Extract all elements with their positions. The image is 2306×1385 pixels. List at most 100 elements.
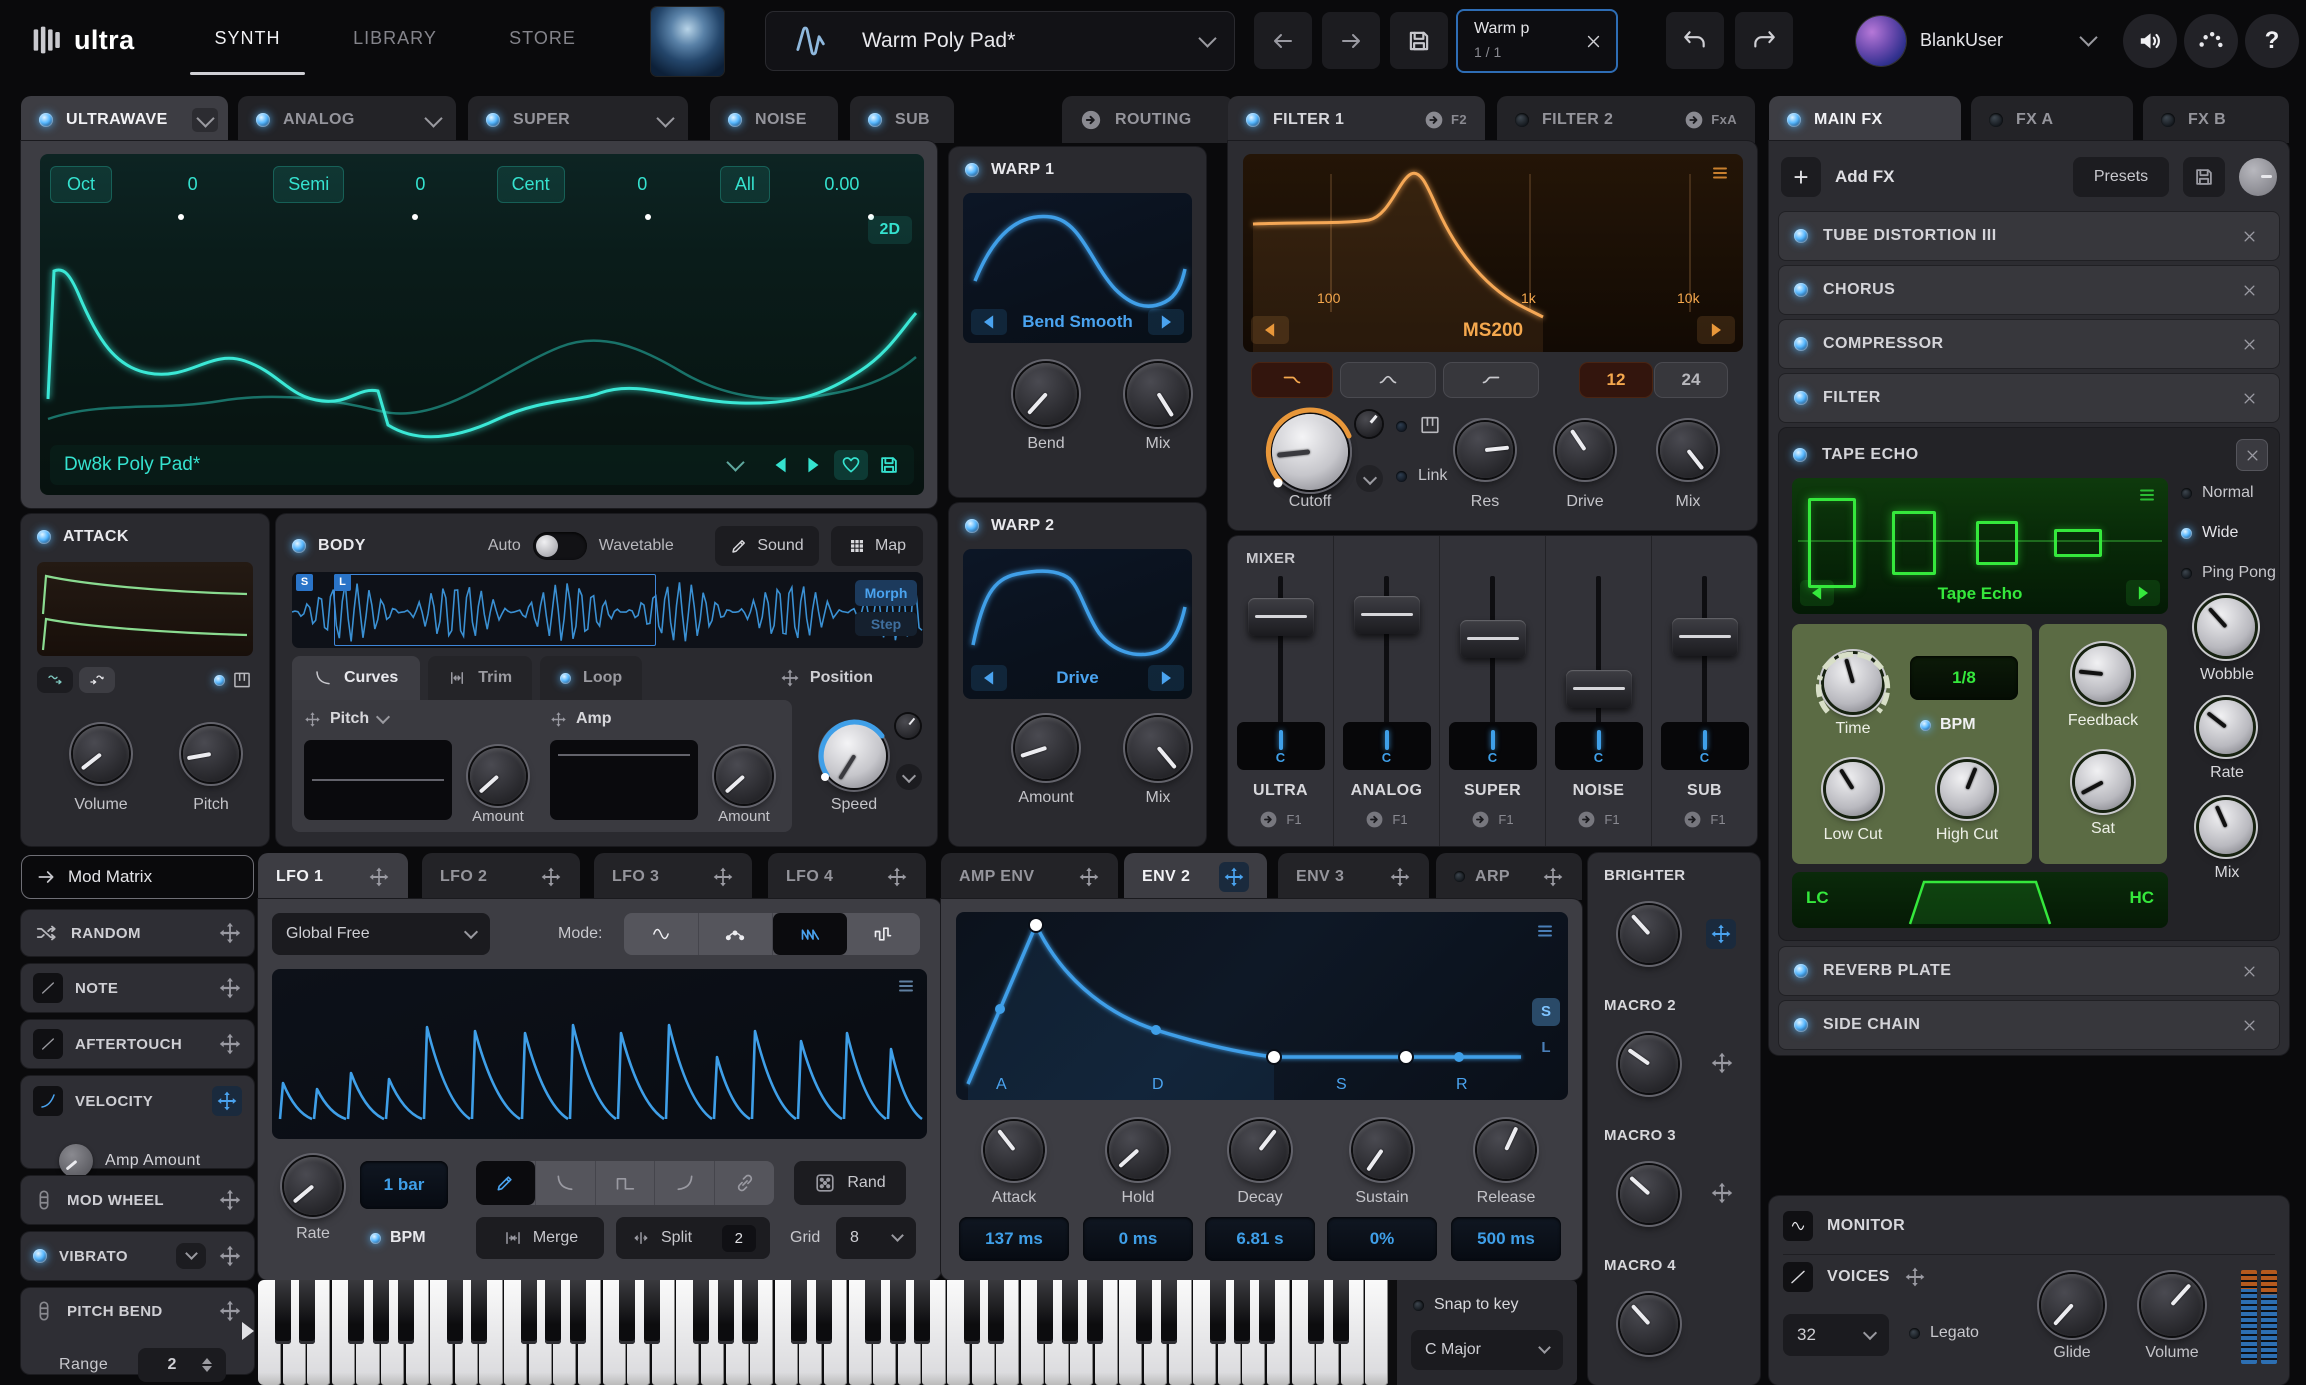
tab-lfo4[interactable]: LFO 4	[768, 853, 926, 900]
piano-black-key[interactable]	[275, 1280, 291, 1344]
fxb-led[interactable]	[2161, 113, 2175, 127]
tab-env2[interactable]: ENV 2	[1124, 853, 1267, 900]
avatar[interactable]	[1856, 16, 1906, 66]
piano-black-key[interactable]	[521, 1280, 537, 1344]
preset-back-button[interactable]	[1254, 12, 1312, 69]
attack-led[interactable]	[37, 530, 51, 544]
warp2-display[interactable]: Drive	[963, 549, 1192, 699]
filter-model[interactable]: MS200	[1243, 320, 1743, 342]
macro1-move-button[interactable]	[1706, 919, 1736, 949]
oct-value[interactable]: 0	[112, 174, 273, 195]
preset-forward-button[interactable]	[1322, 12, 1380, 69]
super-chevron[interactable]	[652, 108, 678, 132]
tape-lowcut-knob[interactable]	[1826, 762, 1880, 816]
view-2d-button[interactable]: 2D	[868, 216, 912, 244]
wavetable-display[interactable]: Oct 0 Semi 0 Cent 0 All 0.00	[40, 154, 924, 495]
semi-value[interactable]: 0	[344, 174, 496, 195]
lfo-sync-dropdown[interactable]: Global Free	[272, 913, 490, 955]
warp1-bend-knob[interactable]	[1015, 363, 1077, 425]
fx-bypass-knob[interactable]	[2239, 158, 2277, 196]
piano-black-key[interactable]	[718, 1280, 734, 1344]
vibrato-chevron-button[interactable]	[176, 1243, 206, 1269]
aftertouch-move-icon[interactable]	[218, 1032, 242, 1056]
piano-black-key[interactable]	[890, 1280, 906, 1344]
piano-black-key[interactable]	[816, 1280, 832, 1344]
warp1-display[interactable]: Bend Smooth	[963, 193, 1192, 343]
piano-black-key[interactable]	[348, 1280, 364, 1344]
body-mode-toggle[interactable]	[533, 532, 587, 560]
tape-mode-wide[interactable]: Wide	[2181, 524, 2238, 542]
lfo-split-button[interactable]: Split 2	[616, 1217, 770, 1259]
filter-display[interactable]: 100 1k 10k MS200	[1243, 154, 1743, 352]
lfo-tool-link-button[interactable]	[714, 1161, 774, 1205]
env-hold-knob[interactable]	[1109, 1121, 1167, 1179]
filter1-route-icon[interactable]	[1424, 110, 1444, 130]
piano-black-key[interactable]	[619, 1280, 635, 1344]
filter-type-bandpass-button[interactable]	[1341, 363, 1435, 397]
cutoff-keytrack-led[interactable]	[1396, 421, 1407, 432]
mod-source-aftertouch[interactable]: AFTERTOUCH	[21, 1020, 254, 1068]
tape-echo-led[interactable]	[1793, 448, 1807, 462]
analog-fader[interactable]	[1354, 596, 1420, 634]
body-wave-strip[interactable]: S L Morph Step	[292, 572, 923, 648]
all-label[interactable]: All	[720, 166, 770, 203]
sub-route-icon[interactable]	[1683, 810, 1702, 829]
tab-analog[interactable]: ANALOG	[238, 96, 456, 143]
curve-pitch-label[interactable]: Pitch	[330, 710, 369, 728]
body-tab-trim[interactable]: Trim	[428, 656, 532, 700]
env-attack-value[interactable]: 137 ms	[959, 1217, 1069, 1261]
tab-fxb[interactable]: FX B	[2143, 96, 2289, 143]
user-chevron-icon[interactable]	[2079, 28, 2097, 46]
macro2-move-icon[interactable]	[1710, 1051, 1734, 1075]
redo-button[interactable]	[1735, 12, 1793, 69]
env-sustain-value[interactable]: 0%	[1327, 1217, 1437, 1261]
body-map-button[interactable]: Map	[831, 526, 923, 566]
filter-drive-knob[interactable]	[1557, 422, 1613, 478]
midi-map-button[interactable]	[2184, 14, 2238, 68]
analog-led[interactable]	[256, 113, 270, 127]
filter-cutoff-knob[interactable]	[1272, 414, 1348, 490]
body-speed-knob[interactable]	[822, 724, 886, 788]
filter-type-highpass-button[interactable]	[1444, 363, 1538, 397]
tape-feedback-knob[interactable]	[2075, 646, 2131, 702]
preset-search-box[interactable]: Warm p 1 / 1	[1456, 9, 1618, 73]
macro3-knob[interactable]	[1620, 1165, 1678, 1223]
tape-rate-knob[interactable]	[2199, 700, 2253, 754]
piano-black-key[interactable]	[1333, 1280, 1349, 1344]
tab-filter1[interactable]: FILTER 1 F2	[1228, 96, 1485, 143]
tab-sub[interactable]: SUB	[850, 96, 954, 143]
attack-mode-b-button[interactable]	[79, 667, 115, 693]
fx-slot-chorus[interactable]: CHORUS	[1779, 266, 2279, 314]
piano-black-key[interactable]	[545, 1280, 561, 1344]
cutoff-chevron-button[interactable]	[1356, 465, 1383, 492]
mainfx-led[interactable]	[1787, 113, 1801, 127]
piano-black-key[interactable]	[373, 1280, 389, 1344]
warp1-led[interactable]	[965, 163, 979, 177]
tab-lfo3[interactable]: LFO 3	[594, 853, 752, 900]
macro1-knob[interactable]	[1620, 905, 1678, 963]
piano-black-key[interactable]	[1062, 1280, 1078, 1344]
cent-label[interactable]: Cent	[497, 166, 565, 203]
tab-amp-env[interactable]: AMP ENV	[941, 853, 1118, 900]
analog-chevron[interactable]	[420, 108, 446, 132]
all-value[interactable]: 0.00	[770, 174, 914, 195]
wavetable-name[interactable]: Dw8k Poly Pad*	[64, 454, 200, 476]
pitchbend-move-icon[interactable]	[218, 1299, 242, 1323]
legato-toggle[interactable]: Legato	[1909, 1324, 1979, 1342]
body-led[interactable]	[292, 539, 306, 553]
env-sustain-mode-button[interactable]: S	[1532, 998, 1560, 1026]
fx-slot-tube-distortion[interactable]: TUBE DISTORTION III	[1779, 212, 2279, 260]
attack-volume-knob[interactable]	[73, 726, 129, 782]
cent-value[interactable]: 0	[565, 174, 720, 195]
filter-res-knob[interactable]	[1457, 422, 1513, 478]
piano-black-key[interactable]	[1234, 1280, 1250, 1344]
super-pan[interactable]: C	[1449, 722, 1537, 770]
wavetable-prev-icon[interactable]	[770, 454, 792, 476]
piano-black-key[interactable]	[1161, 1280, 1177, 1344]
warp2-led[interactable]	[965, 519, 979, 533]
filter-next-icon[interactable]	[1697, 316, 1735, 344]
pitch-amount-knob[interactable]	[470, 748, 526, 804]
warp1-mix-knob[interactable]	[1127, 363, 1189, 425]
scale-dropdown[interactable]: C Major	[1411, 1330, 1563, 1370]
body-position[interactable]: Position	[780, 668, 923, 688]
